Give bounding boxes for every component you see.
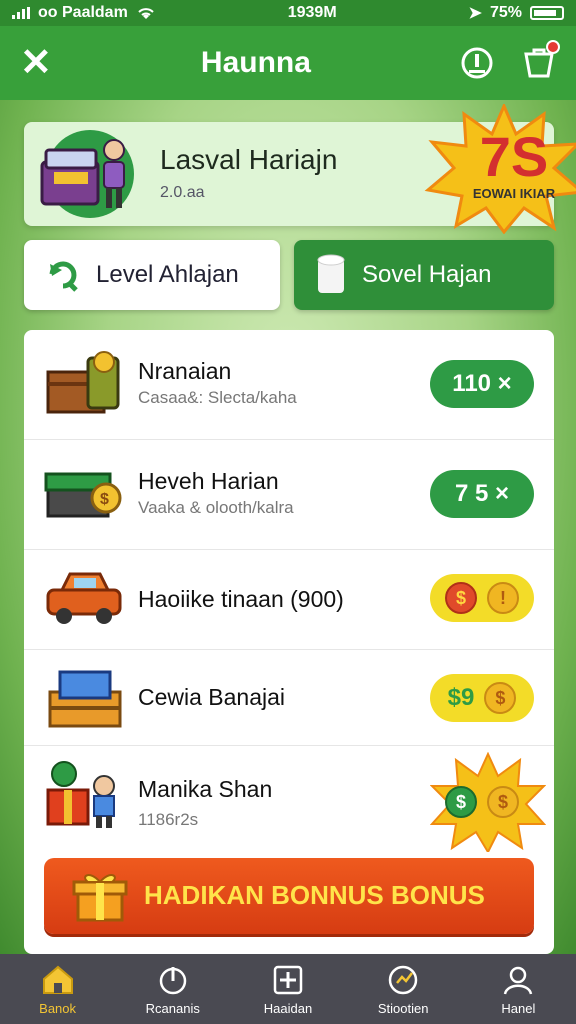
reward-amount: $9 [447,684,475,711]
nav-label: Haaidan [263,1000,313,1016]
home-icon [42,965,73,994]
profile-icon [504,966,533,994]
signal-icon [12,7,30,19]
nav-label: Stiootien [377,1000,429,1016]
coin-icon: $ [445,786,477,818]
treasure-chest-character-icon [40,130,134,218]
coin-icon: $ [484,682,517,714]
status-left: oo Paaldam [12,4,156,22]
nav-label: Banok [39,1000,77,1016]
crate-icon [46,351,120,414]
banner-subtitle: 2.0.aa [160,184,205,201]
bonus-label: HADIKAN BONNUS BONUS [144,880,485,910]
level-banner[interactable]: Lasval Hariajn 2.0.aa 7S EOWAI IKIAR [24,104,576,234]
reward-button[interactable]: $9 $ [430,674,534,722]
package-icon [48,670,122,728]
clock: 1939M [287,4,337,21]
carrier-label: oo Paaldam [38,4,128,21]
wifi-icon [138,8,154,19]
svg-text:$: $ [100,491,109,508]
list-item-subtitle: Vaaka & olooth/kalra [138,498,294,517]
nav-label: Rcananis [145,1000,200,1016]
location-icon: ➤ [468,5,482,22]
reward-button[interactable]: $ $ [430,778,534,826]
coin-icon: $ [445,582,477,614]
list-item-title: Nranaian [138,358,232,384]
appbar-actions [460,40,560,80]
status-bar: oo Paaldam 1939M ➤ 75% [0,0,576,26]
list-item-title: Heveh Harian [138,468,279,494]
nav-item-stats[interactable]: Stiootien [353,963,453,1016]
battery-percent: 75% [489,4,522,21]
cash-box-icon: $ [44,472,122,518]
close-icon[interactable]: ✕ [20,44,52,82]
tab-sovel-label: Sovel Hajan [362,261,492,288]
cart-button[interactable] [522,40,560,80]
reward-button[interactable]: $ ! [430,574,534,622]
list-item-title: Haoiike tinaan (900) [138,586,344,612]
battery-icon [529,6,564,20]
list-item[interactable]: Nranaian Casaa&: Slecta/kaha 110 × [24,330,554,440]
nav-item-add[interactable]: Haaidan [238,963,338,1016]
nav-item-power[interactable]: Rcananis [123,963,223,1016]
list-item[interactable]: Manika Shan 1186r2s $ $ [24,746,554,858]
refresh-icon [49,261,78,292]
toy-car-icon [46,572,122,624]
cylinder-icon [317,254,345,293]
list-item[interactable]: Cewia Banajai $9 $ [24,650,554,746]
stats-icon [388,965,418,994]
status-right: ➤ 75% [469,3,564,23]
info-button[interactable] [460,46,494,80]
tab-sovel[interactable]: Sovel Hajan [294,240,554,310]
tab-level[interactable]: Level Ahlajan [24,240,280,310]
coin-icon: $ [487,786,519,818]
list-item-subtitle: Casaa&: Slecta/kaha [138,388,297,407]
app-bar: ✕ Haunna [0,26,576,100]
coin-icon: ! [487,582,519,614]
list-item-subtitle: 1186r2s [138,810,199,829]
gift-box-icon [72,874,128,922]
plus-square-icon [273,965,303,994]
cart-badge [545,40,560,54]
list-item-title: Cewia Banajai [138,684,286,710]
page-title: Haunna [200,46,311,79]
tab-level-label: Level Ahlajan [96,261,239,288]
burst-value: 7S [479,125,549,188]
list-item-title: Manika Shan [138,776,273,802]
reward-button[interactable]: 7 5 × [430,470,534,518]
reward-button[interactable]: 110 × [430,360,534,408]
list-item[interactable]: $ Heveh Harian Vaaka & olooth/kalra 7 5 … [24,440,554,550]
banner-title: Lasval Hariajn [160,144,338,175]
nav-item-home[interactable]: Banok [8,963,108,1016]
bottom-nav: Banok Rcananis Haaidan Stiootien Hanel [0,954,576,1024]
info-icon [461,47,493,79]
burst-label: EOWAI IKIAR [472,186,556,201]
claim-bonus-button[interactable]: HADIKAN BONNUS BONUS [44,858,534,934]
nav-label: Hanel [501,1000,536,1016]
nav-item-profile[interactable]: Hanel [468,963,568,1016]
power-icon [159,966,187,994]
gift-icon [46,761,115,828]
list-item[interactable]: Haoiike tinaan (900) $ ! [24,550,554,650]
